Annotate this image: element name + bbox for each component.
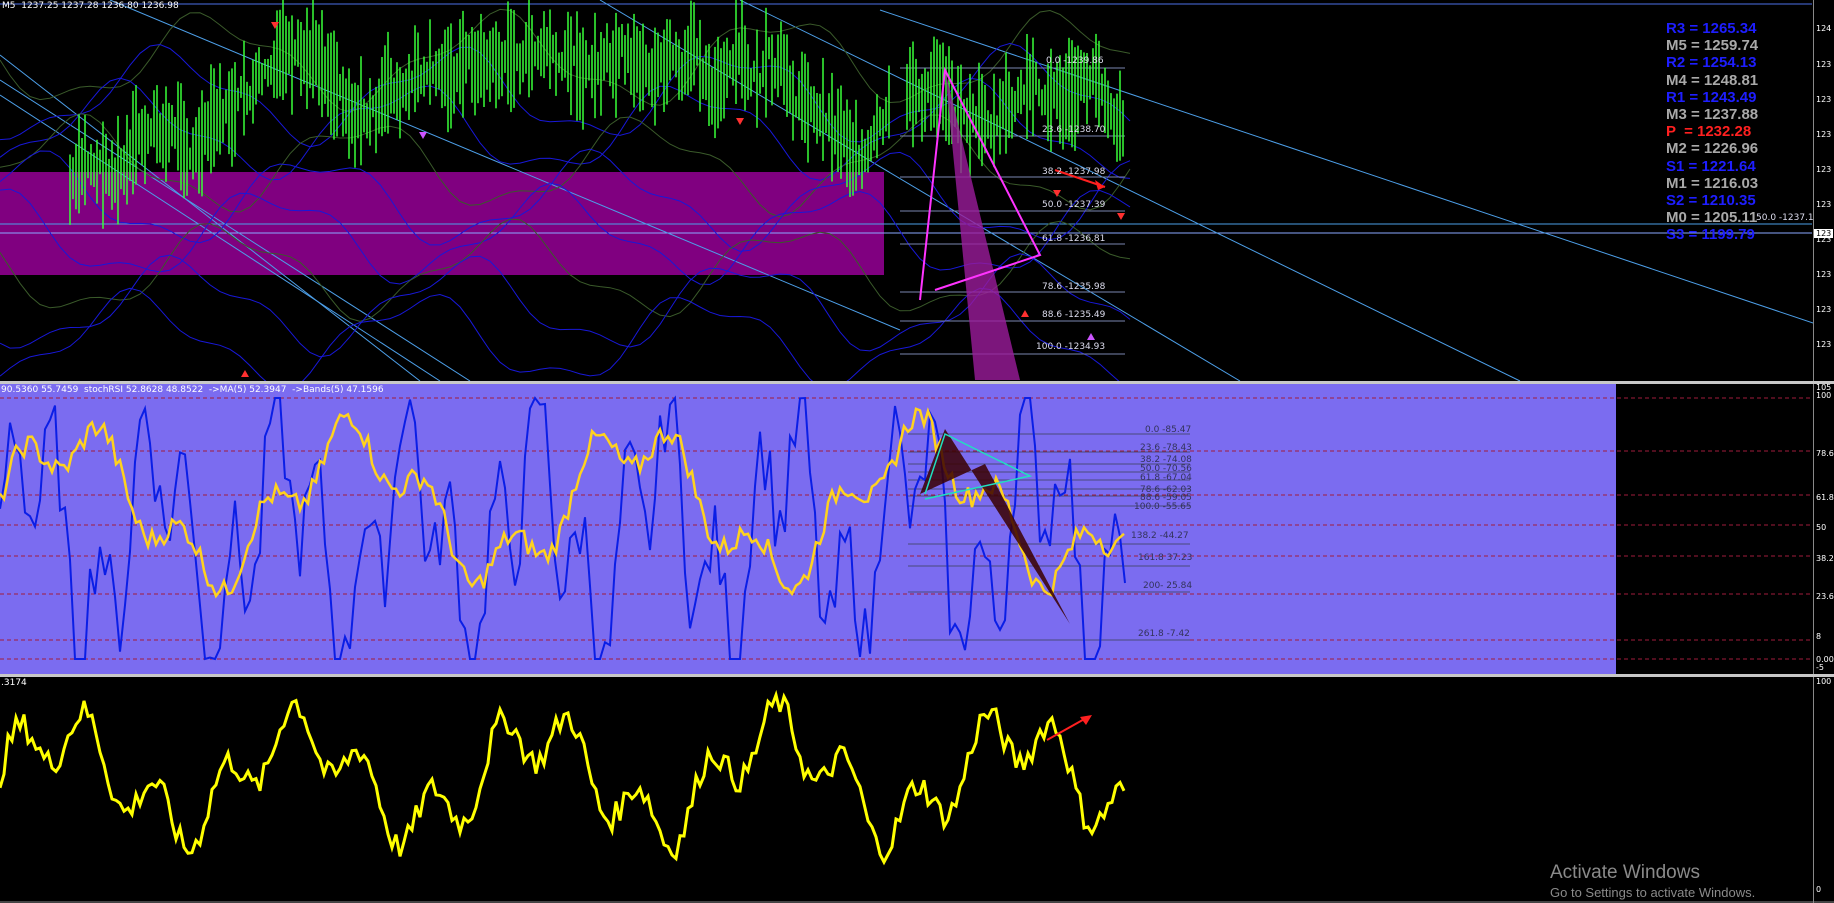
rsi-fib-label: 61.8 -67.04 — [1140, 473, 1192, 483]
activate-windows-subtitle: Go to Settings to activate Windows. — [1550, 885, 1756, 900]
fib-level-label: 0.0 -1239.86 — [1046, 56, 1104, 66]
rsi-fib-label: 23.6 -78.43 — [1140, 443, 1192, 453]
red-arrow-head — [1095, 180, 1105, 190]
rsi-scale[interactable]: 105 100 78.6 61.8 50 38.2 23.6 8 0.00 -5 — [1813, 384, 1834, 674]
rsi-tick: 23.6 — [1816, 592, 1834, 601]
oscillator-readout: .3174 — [1, 678, 27, 688]
price-tick: 123 — [1816, 95, 1832, 104]
osc-tick: 0 — [1816, 885, 1822, 894]
price-chart-canvas[interactable] — [0, 0, 1834, 381]
rsi-tick: -5 — [1816, 663, 1824, 672]
pivot-level: S1 = 1221.64 — [1666, 157, 1756, 175]
pivot-level: M5 = 1259.74 — [1666, 37, 1759, 55]
fib-level-label: 78.6 -1235.98 — [1042, 282, 1106, 292]
rsi-fib-label: 100.0 -55.65 — [1134, 502, 1192, 512]
pivot-level: S3 = 1199.79 — [1666, 226, 1755, 244]
stoch-rsi-pane[interactable]: 90.5360 55.7459 stochRSI 52.8628 48.8522… — [0, 384, 1834, 674]
stoch-rsi-canvas[interactable] — [0, 384, 1834, 674]
activate-windows-title: Activate Windows — [1550, 862, 1700, 883]
osc-tick: 100 — [1816, 677, 1832, 686]
fib-level-label: 50.0 -1237.16 — [1756, 213, 1820, 223]
rsi-fib-label: 138.2 -44.27 — [1131, 531, 1189, 541]
pivot-level: R3 = 1265.34 — [1666, 20, 1757, 37]
up-arrow-icon — [241, 370, 249, 377]
rsi-tick: 78.6 — [1816, 449, 1834, 458]
price-tick: 123 — [1816, 340, 1832, 349]
rsi-fib-label: 261.8 -7.42 — [1138, 629, 1190, 639]
rsi-tick: 8 — [1816, 632, 1822, 641]
rsi-tick: 38.2 — [1816, 554, 1834, 563]
down-arrow-icon — [1117, 213, 1125, 220]
up-arrow-icon — [1087, 333, 1095, 340]
price-tick: 123 — [1816, 200, 1832, 209]
fib-level-label: 50.0 -1237.39 — [1042, 200, 1106, 210]
pivot-level: M3 = 1237.88 — [1666, 105, 1759, 123]
oscillator-line — [0, 689, 1126, 866]
fib-level-label: 100.0 -1234.93 — [1036, 342, 1106, 352]
price-tick: 123 — [1816, 305, 1832, 314]
pivot-level: R1 = 1243.49 — [1666, 88, 1757, 106]
pivot-level: P = 1232.28 — [1666, 123, 1752, 141]
price-tick: 123 — [1816, 165, 1832, 174]
rsi-fib-label: 161.8 37.23 — [1138, 553, 1193, 563]
fib-level-label: 88.6 -1235.49 — [1042, 310, 1106, 320]
rsi-tick: 61.8 — [1816, 493, 1834, 502]
stoch-rsi-background — [0, 384, 1616, 674]
down-arrow-icon — [736, 118, 744, 125]
fib-level-label: 61.8 -1236.81 — [1042, 234, 1106, 244]
price-chart-pane[interactable]: M5 1237.25 1237.28 1236.80 1236.98 R3 = … — [0, 0, 1834, 381]
price-tick: 123 — [1816, 130, 1832, 139]
indicator-readout: 90.5360 55.7459 stochRSI 52.8628 48.8522… — [1, 385, 384, 395]
fib-level-label: 23.6 -1238.70 — [1042, 125, 1106, 135]
up-arrow-icon — [1021, 310, 1029, 317]
oscillator-scale[interactable]: 100 0 — [1813, 677, 1834, 903]
down-arrow-icon — [271, 22, 279, 29]
current-price-tag: 123 — [1814, 229, 1834, 238]
pivot-level: M1 = 1216.03 — [1666, 174, 1759, 192]
pivot-level: M2 = 1226.96 — [1666, 140, 1759, 158]
down-arrow-icon — [419, 132, 427, 139]
price-scale[interactable]: 124 123 123 123 123 123 123 123 123 123 … — [1813, 0, 1834, 381]
pivot-level: R2 = 1254.13 — [1666, 54, 1757, 72]
pivot-level: M4 = 1248.81 — [1666, 71, 1759, 89]
price-tick: 123 — [1816, 60, 1832, 69]
rsi-tick: 100 — [1816, 391, 1832, 400]
pivot-level: S2 = 1210.35 — [1666, 191, 1756, 209]
ohlc-readout: M5 1237.25 1237.28 1236.80 1236.98 — [2, 1, 179, 11]
band-line — [0, 287, 1120, 381]
rsi-tick: 50 — [1816, 523, 1827, 532]
fib-level-label: 38.2 -1237.98 — [1042, 167, 1106, 177]
rsi-fib-label: 200- 25.84 — [1143, 581, 1193, 591]
rsi-fib-label: 0.0 -85.47 — [1145, 425, 1192, 435]
price-tick: 123 — [1816, 270, 1832, 279]
pivot-levels-panel: R3 = 1265.34 M5 = 1259.74 R2 = 1254.13 M… — [1666, 20, 1816, 243]
price-tick: 124 — [1816, 24, 1832, 33]
